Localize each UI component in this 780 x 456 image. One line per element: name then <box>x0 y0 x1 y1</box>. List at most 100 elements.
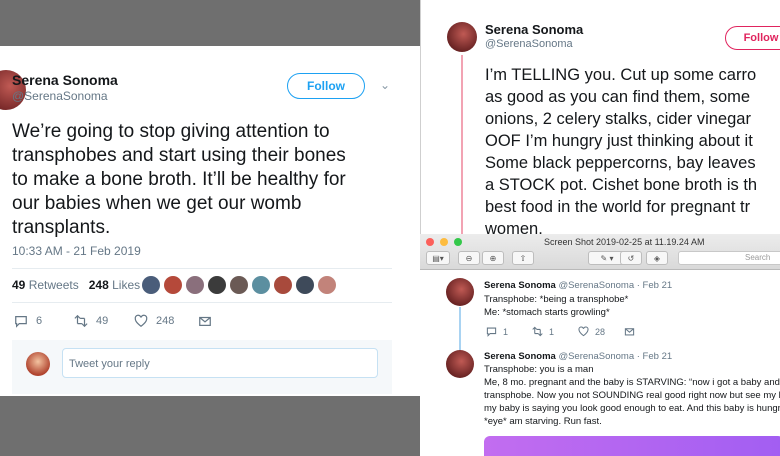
chevron-down-icon[interactable]: ⌄ <box>380 78 390 92</box>
close-window-button[interactable] <box>426 238 434 246</box>
sidebar-toggle-button[interactable]: ▤▾ <box>426 251 450 265</box>
direct-message-button[interactable] <box>198 314 258 328</box>
tweet-text-line: transphobe. Now you not SOUNDING real go… <box>484 390 780 401</box>
sidebar-icon: ▤▾ <box>432 253 444 263</box>
like-button[interactable]: 248 <box>134 314 198 328</box>
tweet-text-line: OOF I’m hungry just thinking about it <box>485 132 753 150</box>
liker-avatar[interactable] <box>230 276 248 294</box>
search-input[interactable]: Search <box>678 251 780 265</box>
liker-avatar[interactable] <box>296 276 314 294</box>
like-button[interactable]: 28 <box>578 326 624 337</box>
avatar[interactable] <box>447 22 477 52</box>
zoom-in-button[interactable]: ⊕ <box>482 251 504 265</box>
rotate-icon: ↺ <box>627 253 635 263</box>
zoom-out-button[interactable]: ⊖ <box>458 251 480 265</box>
liker-avatar[interactable] <box>318 276 336 294</box>
reply-icon <box>486 327 497 337</box>
envelope-icon <box>199 316 211 326</box>
window-title: Screen Shot 2019-02-25 at 11.19.24 AM <box>544 237 705 247</box>
tweet-actions: 6 49 248 <box>14 314 258 328</box>
window-titlebar: Screen Shot 2019-02-25 at 11.19.24 AM ▤▾… <box>420 234 780 270</box>
retweet-icon <box>74 314 88 328</box>
tweet-text-line: a STOCK pot. Cishet bone broth is th <box>485 176 758 194</box>
share-button[interactable]: ⇧ <box>512 251 534 265</box>
retweet-button[interactable]: 49 <box>74 314 134 328</box>
pen-icon: ✎ ▾ <box>600 253 614 263</box>
reply-composer: Tweet your reply <box>12 340 392 394</box>
preview-window: Screen Shot 2019-02-25 at 11.19.24 AM ▤▾… <box>420 234 780 456</box>
follow-button[interactable]: Follow <box>287 73 365 99</box>
liker-avatars <box>142 276 336 294</box>
media-preview[interactable] <box>484 436 780 456</box>
author-name[interactable]: Serena Sonoma <box>485 22 583 37</box>
tweet-actions: 1 1 28 <box>486 326 670 337</box>
tweet-text-line: Some black peppercorns, bay leaves <box>485 154 756 172</box>
author-name[interactable]: Serena Sonoma <box>12 72 118 88</box>
markup-button[interactable]: ◈ <box>646 251 668 265</box>
tweet-timestamp[interactable]: 10:33 AM - 21 Feb 2019 <box>12 244 141 258</box>
like-count: 248 <box>156 315 175 327</box>
reply-input[interactable]: Tweet your reply <box>62 348 378 378</box>
reply-count: 6 <box>36 315 43 327</box>
tweet-text-line: our babies when we get our womb <box>12 193 302 214</box>
tweet-text-line: transplants. <box>12 217 111 238</box>
reply-button[interactable]: 1 <box>486 326 532 337</box>
tweet-header: Serena Sonoma @SerenaSonoma · Feb 21 <box>484 280 672 291</box>
tweet-text-line: Me, 8 mo. pregnant and the baby is STARV… <box>484 377 780 388</box>
envelope-icon <box>624 328 635 336</box>
tweet-text-line: Transphobe: you is a man <box>484 364 594 375</box>
author-handle[interactable]: @SerenaSonoma <box>12 89 108 103</box>
author-name[interactable]: Serena Sonoma <box>484 280 556 291</box>
liker-avatar[interactable] <box>252 276 270 294</box>
zoom-out-icon: ⊖ <box>465 253 473 263</box>
reply-count: 1 <box>503 326 509 337</box>
tweet-text-line: We’re going to stop giving attention to <box>12 121 330 142</box>
retweet-count: 1 <box>549 326 555 337</box>
liker-avatar[interactable] <box>142 276 160 294</box>
tweet-text: I’m TELLING you. Cut up some carro as go… <box>485 64 780 240</box>
liker-avatar[interactable] <box>164 276 182 294</box>
share-icon: ⇧ <box>519 253 527 263</box>
tweet-text-line: Transphobe: *being a transphobe* <box>484 294 629 305</box>
tweet-card-left: Serena Sonoma @SerenaSonoma Follow ⌄ We’… <box>0 46 420 396</box>
retweet-icon <box>532 326 543 337</box>
heart-icon <box>134 314 148 327</box>
tweet-text-line: my baby is saying you look good enough t… <box>484 403 780 414</box>
liker-avatar[interactable] <box>274 276 292 294</box>
tweet-header: Serena Sonoma @SerenaSonoma · Feb 21 <box>484 351 672 362</box>
liker-avatar[interactable] <box>186 276 204 294</box>
tweet-text-line: transphobes and start using their bones <box>12 145 346 166</box>
avatar[interactable] <box>446 278 474 306</box>
handle-date: @SerenaSonoma · Feb 21 <box>558 351 673 362</box>
reply-button[interactable]: 6 <box>14 314 74 328</box>
thread-line <box>461 55 463 235</box>
tweet-text-line: to make a bone broth. It’ll be healthy f… <box>12 169 346 190</box>
handle-date: @SerenaSonoma · Feb 21 <box>558 280 673 291</box>
retweet-count: 49 <box>96 315 109 327</box>
tweet-text-line: as good as you can find them, some <box>485 88 751 106</box>
reply-icon <box>15 316 27 328</box>
retweets-stat[interactable]: 49 Retweets <box>12 278 79 292</box>
likes-stat[interactable]: 248 Likes <box>89 278 140 292</box>
divider <box>12 268 392 269</box>
retweet-button[interactable]: 1 <box>532 326 578 337</box>
zoom-window-button[interactable] <box>454 238 462 246</box>
thread-line <box>459 307 461 352</box>
tweet-text-line: I’m TELLING you. Cut up some carro <box>485 66 757 84</box>
engagement-stats: 49 Retweets 248 Likes <box>12 278 140 292</box>
tweet-text-line: *eye* am starving. Run fast. <box>484 416 602 427</box>
tweet-text-line: best food in the world for pregnant tr <box>485 198 751 216</box>
minimize-window-button[interactable] <box>440 238 448 246</box>
divider <box>12 302 392 303</box>
screenshot-collage: Serena Sonoma @SerenaSonoma Follow ⌄ We’… <box>0 0 780 456</box>
heart-icon <box>578 326 589 337</box>
author-handle[interactable]: @SerenaSonoma <box>485 38 573 50</box>
direct-message-button[interactable] <box>624 326 670 337</box>
tweet-text-line: Me: *stomach starts growling* <box>484 307 610 318</box>
avatar[interactable] <box>446 350 474 378</box>
author-name[interactable]: Serena Sonoma <box>484 351 556 362</box>
avatar <box>26 352 50 376</box>
liker-avatar[interactable] <box>208 276 226 294</box>
rotate-button[interactable]: ↺ <box>620 251 642 265</box>
follow-button[interactable]: Follow <box>725 26 780 50</box>
